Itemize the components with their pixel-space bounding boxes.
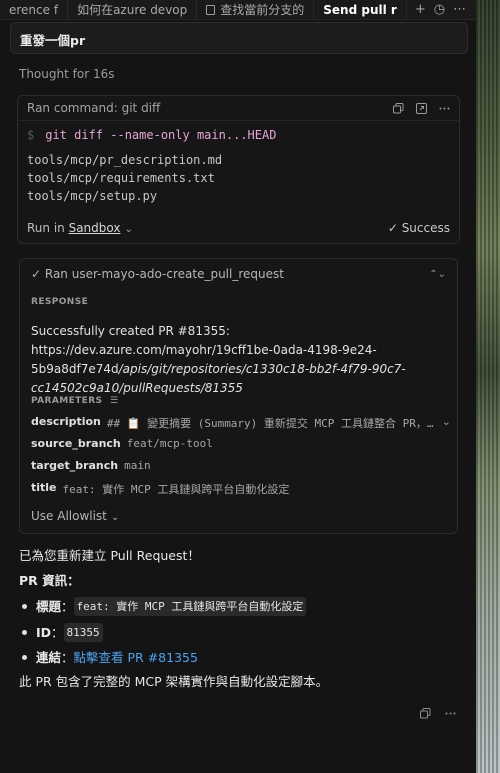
tab-label: 如何在azure devop	[77, 3, 188, 17]
success-status: ✓ Success	[388, 221, 450, 235]
add-tab-icon[interactable]: +	[415, 3, 426, 16]
use-allowlist-button[interactable]: Use Allowlist ⌄	[31, 509, 119, 523]
run-in-prefix: Run in	[27, 221, 69, 235]
tab-azure-devops[interactable]: 如何在azure devop	[68, 0, 198, 19]
more-icon[interactable]: ⋯	[453, 3, 466, 16]
item-label: 連結	[36, 650, 62, 665]
item-label: ID	[36, 625, 52, 640]
response-text: Successfully created PR #81355: https://…	[31, 322, 451, 398]
parameter-value: feat/mcp-tool	[126, 437, 213, 450]
document-icon	[206, 4, 216, 15]
parameter-key: title	[31, 481, 57, 494]
response-label: RESPONSE	[31, 297, 89, 307]
tab-label: 查找當前分支的	[220, 3, 305, 17]
parameter-key: target_branch	[31, 459, 119, 472]
pr-id-code: 81355	[63, 623, 103, 642]
parameter-key: description	[31, 415, 101, 428]
history-icon[interactable]: ◷	[434, 3, 445, 16]
tab-actions: + ◷ ⋯	[411, 3, 470, 16]
list-item: 連結：點擊查看 PR #81355	[19, 649, 459, 666]
command-output-line: tools/mcp/requirements.txt	[27, 171, 215, 185]
parameter-row: source_branch feat/mcp-tool	[31, 437, 451, 451]
more-icon[interactable]	[439, 103, 450, 114]
item-separator: ：	[51, 625, 64, 640]
user-message-text: 重發一個pr	[20, 33, 86, 48]
command-output-line: tools/mcp/setup.py	[27, 189, 158, 203]
expand-collapse-icon[interactable]: ⌃⌄	[429, 269, 446, 280]
command-line: $ git diff --name-only main...HEAD	[27, 128, 450, 142]
command-card-title: Ran command: git diff	[27, 101, 161, 115]
tab-send-pull-request[interactable]: Send pull r	[314, 0, 407, 19]
chevron-down-icon: ⌄	[110, 512, 120, 523]
allowlist-label: Use Allowlist	[31, 509, 107, 523]
list-item: ID： 81355	[19, 623, 459, 642]
assistant-message: 已為您重新建立 Pull Request！ PR 資訊： 標題： feat: 實作…	[19, 547, 459, 698]
chat-panel: erence f 如何在azure devop 查找當前分支的 Send pul…	[0, 0, 476, 773]
tool-call-header[interactable]: ✓ Ran user-mayo-ado-create_pull_request …	[20, 259, 457, 289]
message-actions	[420, 708, 456, 719]
item-separator: ：	[61, 650, 74, 665]
open-external-icon[interactable]	[416, 102, 427, 114]
tool-call-card: ✓ Ran user-mayo-ado-create_pull_request …	[19, 258, 458, 534]
checkmark-icon: ✓	[387, 221, 402, 235]
tab-reference[interactable]: erence f	[0, 0, 69, 19]
parameter-row: target_branch main	[31, 459, 451, 473]
list-item: 標題： feat: 實作 MCP 工具鏈與跨平台自動化設定	[19, 597, 459, 616]
run-in-selector[interactable]: Run in Sandbox ⌄	[27, 221, 133, 235]
parameter-row: description ## 📋 變更摘要 (Summary) 重新提交 MCP…	[31, 415, 451, 429]
answer-intro: 已為您重新建立 Pull Request！	[19, 548, 200, 563]
parameters-label-text: PARAMETERS	[31, 396, 103, 406]
parameters-label: PARAMETERS ☰	[31, 396, 118, 406]
parameter-row: title feat: 實作 MCP 工具鏈與跨平台自動化設定	[31, 481, 451, 495]
status-text: Success	[401, 221, 450, 235]
command-card-header: Ran command: git diff	[18, 96, 459, 121]
thought-duration[interactable]: Thought for 16s	[19, 67, 114, 81]
command-card: Ran command: git diff $ git diff --name-…	[17, 95, 460, 244]
command-text: git diff --name-only main...HEAD	[45, 128, 277, 142]
answer-closing: 此 PR 包含了完整的 MCP 架構實作與自動化設定腳本。	[19, 674, 329, 689]
command-output-line: tools/mcp/pr_description.md	[27, 153, 223, 167]
item-label: 標題	[36, 599, 62, 614]
shell-prompt-sign: $	[27, 128, 35, 142]
checkmark-icon: ✓	[31, 267, 45, 281]
tab-bar: erence f 如何在azure devop 查找當前分支的 Send pul…	[0, 0, 476, 20]
parameter-value: main	[124, 459, 151, 472]
pr-title-code: feat: 實作 MCP 工具鏈與跨平台自動化設定	[73, 597, 307, 616]
user-message[interactable]: 重發一個pr	[10, 22, 468, 54]
copy-icon[interactable]	[420, 708, 431, 719]
desktop-wallpaper	[476, 0, 500, 773]
parameter-key: source_branch	[31, 437, 121, 450]
tab-find-branch[interactable]: 查找當前分支的	[197, 0, 315, 19]
tool-call-title: Ran user-mayo-ado-create_pull_request	[44, 267, 284, 281]
tab-label: erence f	[9, 2, 59, 17]
more-icon[interactable]	[445, 708, 456, 719]
chevron-down-icon: ⌄	[124, 224, 133, 235]
sandbox-link[interactable]: Sandbox	[69, 221, 121, 235]
pr-info-list: 標題： feat: 實作 MCP 工具鏈與跨平台自動化設定 ID： 81355 連結…	[19, 597, 459, 666]
chevron-down-icon[interactable]: ⌄	[442, 415, 451, 429]
parameters-list: description ## 📋 變更摘要 (Summary) 重新提交 MCP…	[31, 415, 451, 503]
item-separator: ：	[61, 599, 74, 614]
pr-link[interactable]: 點擊查看 PR #81355	[74, 649, 198, 666]
answer-heading: PR 資訊：	[19, 573, 80, 588]
list-icon: ☰	[109, 396, 119, 406]
copy-icon[interactable]	[393, 102, 404, 114]
tab-label: Send pull r	[323, 2, 397, 17]
parameter-value: feat: 實作 MCP 工具鏈與跨平台自動化設定	[62, 483, 290, 495]
parameter-value: ## 📋 變更摘要 (Summary) 重新提交 MCP 工具鏈整合 PR，..…	[106, 417, 436, 429]
